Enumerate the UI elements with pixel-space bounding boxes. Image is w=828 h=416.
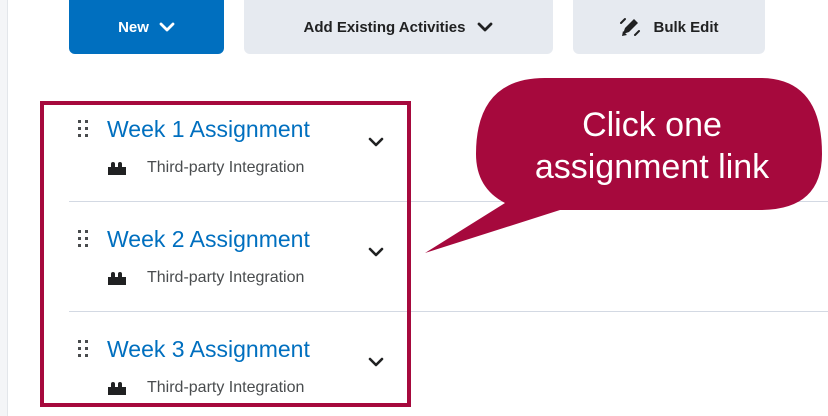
callout-text: Click one assignment link <box>482 104 822 188</box>
bulk-edit-label: Bulk Edit <box>653 18 719 36</box>
left-rail <box>0 0 8 416</box>
add-existing-activities-button[interactable]: Add Existing Activities <box>244 0 553 54</box>
chevron-down-icon <box>159 22 175 31</box>
pencil-edit-icon <box>620 18 641 36</box>
chevron-down-icon <box>478 22 493 31</box>
callout-line-1: Click one <box>582 106 722 144</box>
highlight-box <box>40 101 411 407</box>
bulk-edit-button[interactable]: Bulk Edit <box>573 0 765 54</box>
new-button[interactable]: New <box>69 0 224 54</box>
new-button-label: New <box>118 18 149 36</box>
callout-line-2: assignment link <box>534 148 770 186</box>
add-existing-activities-label: Add Existing Activities <box>303 18 466 36</box>
